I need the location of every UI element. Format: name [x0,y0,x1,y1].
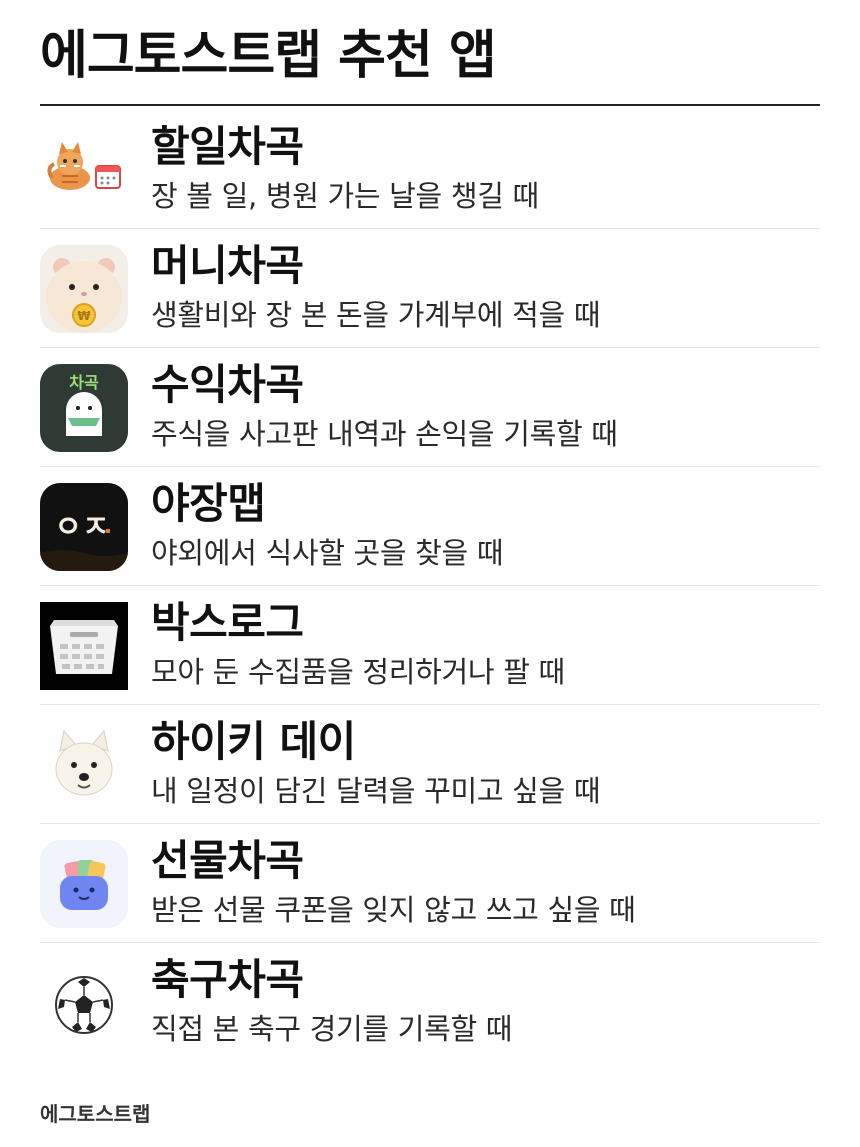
app-name: 머니차곡 [151,241,304,290]
app-description: 모아 둔 수집품을 정리하거나 팔 때 [151,655,565,689]
app-item-money[interactable]: ₩ 머니차곡 생활비와 장 본 돈을 가계부에 적을 때 [40,229,820,348]
app-name: 박스로그 [151,598,304,647]
app-description: 내 일정이 담긴 달력을 꾸미고 싶을 때 [151,774,601,808]
app-description: 직접 본 축구 경기를 기록할 때 [151,1012,513,1046]
soccer-ball-icon [40,959,128,1047]
yajang-logo-icon: ㅇㅈ [40,483,128,571]
app-item-hikey-day[interactable]: 하이키 데이 내 일정이 담긴 달력을 꾸미고 싶을 때 [40,705,820,824]
app-description: 받은 선물 쿠폰을 잊지 않고 쓰고 싶을 때 [151,893,636,927]
app-list: 할일차곡 장 볼 일, 병원 가는 날을 챙길 때 ₩ 머니차곡 생활비와 장 … [40,110,820,1062]
storage-basket-icon [40,602,128,690]
app-name: 선물차곡 [151,836,304,885]
app-description: 생활비와 장 본 돈을 가계부에 적을 때 [151,298,601,332]
gift-pocket-icon [40,840,128,928]
hamster-coin-icon: ₩ [40,245,128,333]
app-name: 축구차곡 [151,955,304,1004]
svg-text:₩: ₩ [77,309,91,323]
app-item-yajang[interactable]: ㅇㅈ 야장맵 야외에서 식사할 곳을 찾을 때 [40,467,820,586]
icon-label: 차곡 [69,373,99,392]
app-item-boxlog[interactable]: 박스로그 모아 둔 수집품을 정리하거나 팔 때 [40,586,820,705]
app-description: 주식을 사고판 내역과 손익을 기록할 때 [151,417,618,451]
page-title: 에그토스트랩 추천 앱 [40,26,497,86]
app-name: 수익차곡 [151,360,304,409]
footer-brand: 에그토스트랩 [40,1102,151,1126]
icon-label: ㅇㅈ [54,510,109,545]
app-item-gift[interactable]: 선물차곡 받은 선물 쿠폰을 잊지 않고 쓰고 싶을 때 [40,824,820,943]
title-divider [40,104,820,106]
app-name: 하이키 데이 [151,717,356,766]
westie-dog-icon [40,721,128,809]
app-item-profit[interactable]: 차곡 수익차곡 주식을 사고판 내역과 손익을 기록할 때 [40,348,820,467]
app-description: 야외에서 식사할 곳을 찾을 때 [151,536,504,570]
app-item-todo[interactable]: 할일차곡 장 볼 일, 병원 가는 날을 챙길 때 [40,110,820,229]
app-description: 장 볼 일, 병원 가는 날을 챙길 때 [151,179,539,213]
app-name: 할일차곡 [151,122,304,171]
ghost-chagok-icon: 차곡 [40,364,128,452]
app-item-soccer[interactable]: 축구차곡 직접 본 축구 경기를 기록할 때 [40,943,820,1062]
app-name: 야장맵 [151,479,266,528]
cat-calendar-icon [40,126,128,214]
